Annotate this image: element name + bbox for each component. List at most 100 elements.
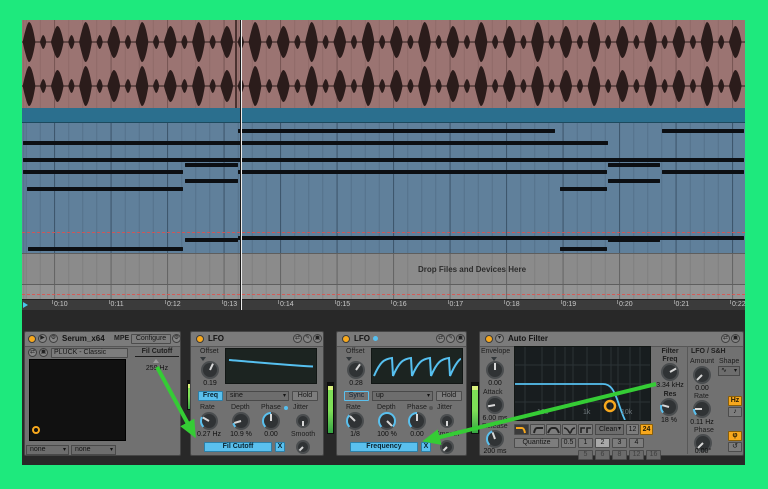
filter-type-morph[interactable] [578,424,593,435]
device-on-led[interactable] [485,335,493,343]
quantize-value-button[interactable]: 5 [578,450,593,460]
param-slider-handle[interactable] [153,359,159,363]
lfo-rate-knob[interactable] [693,400,711,418]
quantize-value-button[interactable]: 1 [578,438,593,448]
device-on-led[interactable] [342,335,350,343]
amount-value[interactable]: 0.00 [691,385,713,392]
smooth-knob[interactable] [296,440,310,454]
phase-mode-button[interactable]: φ [728,431,742,441]
filter-freq-knob[interactable] [661,363,679,381]
quantize-value-button[interactable]: 4 [629,438,644,448]
xy-handle[interactable] [32,426,40,434]
release-value[interactable]: 200 ms [482,448,508,455]
phase-value[interactable]: 0.00 [260,431,282,438]
rate-value[interactable]: 0.27 Hz [195,431,223,438]
rate-knob[interactable] [346,412,364,430]
save-icon[interactable]: ▣ [731,334,740,343]
depth-knob[interactable] [378,412,396,430]
sidechain-select-1[interactable]: none▾ [26,445,69,455]
spin-mode-button[interactable]: ↺ [728,442,742,452]
save-icon[interactable]: ▣ [313,334,322,343]
depth-value[interactable]: 100 % [375,431,399,438]
map-target-button[interactable]: Frequency [350,442,418,452]
freq-mode-button[interactable]: Freq [198,391,223,401]
res-value[interactable]: 18 % [658,417,680,424]
phase-knob[interactable] [408,412,426,430]
sync-mode-button[interactable]: Sync [344,391,369,401]
quantize-value-button[interactable]: 12 [629,450,644,460]
empty-track-lane[interactable] [22,284,745,300]
midi-clip[interactable] [22,123,745,253]
fold-icon[interactable]: ▾ [495,334,504,343]
rate-knob[interactable] [200,412,218,430]
drop-zone-lane[interactable]: Drop Files and Devices Here [22,253,745,285]
map-icon[interactable]: ⇄ [293,334,302,343]
wrench-icon[interactable]: ⚙ [49,334,58,343]
circuit-select[interactable]: Clean▾ [595,424,624,435]
quantize-value-button[interactable]: 16 [646,450,661,460]
rate-sync-button[interactable]: ♪ [728,407,742,417]
quantize-value-button[interactable]: 0.5 [561,438,576,448]
unmap-button[interactable]: X [275,442,285,452]
offset-value[interactable]: 0.19 [197,380,223,387]
attack-value[interactable]: 6.00 ms [481,415,509,422]
preset-name-box[interactable]: PLUCK - Classic [51,348,128,358]
slope-12-button[interactable]: 12 [626,424,639,435]
offset-value[interactable]: 0.28 [343,380,369,387]
lfo-phase-value[interactable]: 0.00° [690,448,716,455]
rate-value[interactable]: 1/8 [341,431,369,438]
unmap-button[interactable]: X [421,442,431,452]
quantize-value-button[interactable]: 8 [612,450,627,460]
release-knob[interactable] [486,430,504,448]
offset-knob[interactable] [347,361,365,379]
depth-value[interactable]: 10.9 % [229,431,253,438]
envelope-value[interactable]: 0.00 [483,380,507,387]
edit-icon[interactable]: ✎ [303,334,312,343]
filter-freq-value[interactable]: 3.34 kHz [654,382,686,389]
filter-type-notch[interactable] [562,424,577,435]
hot-swap-icon[interactable]: ⇄ [28,348,37,357]
lfo-rate-value[interactable]: 0.11 Hz [688,419,716,426]
smooth-knob[interactable] [440,440,454,454]
depth-knob[interactable] [232,412,250,430]
attack-knob[interactable] [486,396,504,414]
hold-button[interactable]: Hold [292,391,318,401]
quantize-button[interactable]: Quantize [514,438,559,448]
preview-icon[interactable]: ▶ [38,334,47,343]
map-icon[interactable]: ⇄ [436,334,445,343]
device-on-led[interactable] [196,335,204,343]
phase-value[interactable]: 0.00 [406,431,428,438]
rate-hz-button[interactable]: Hz [728,396,742,406]
offset-knob[interactable] [201,361,219,379]
save-preset-icon[interactable]: ▣ [39,348,48,357]
save-icon[interactable]: ▣ [456,334,465,343]
device-on-led[interactable] [28,335,36,343]
plugin-display[interactable] [29,359,126,441]
map-target-button[interactable]: Fil Cutoff [204,442,272,452]
wave-select[interactable]: up▾ [372,391,433,401]
res-knob[interactable] [660,398,678,416]
quantize-value-button[interactable]: 3 [612,438,627,448]
edit-icon[interactable]: ✎ [446,334,455,343]
midi-clip-header[interactable] [22,108,745,123]
envelope-knob[interactable] [486,361,504,379]
hot-swap-icon[interactable]: ⇄ [721,334,730,343]
filter-type-bandpass[interactable] [546,424,561,435]
wave-select[interactable]: sine▾ [226,391,289,401]
plugin-edit-icon[interactable]: ⚙ [172,334,181,343]
filter-type-lowpass[interactable] [514,424,529,435]
filter-display[interactable]: 100 1k 10k [514,346,651,421]
filter-type-highpass[interactable] [530,424,545,435]
phase-knob[interactable] [262,412,280,430]
hold-button[interactable]: Hold [436,391,462,401]
jitter-knob[interactable] [440,414,454,428]
audio-clip[interactable] [22,20,745,108]
lfo-amount-knob[interactable] [693,366,711,384]
configure-button[interactable]: Configure [131,334,171,344]
quantize-value-button[interactable]: 2 [595,438,610,448]
lfo-shape-select[interactable]: ∿▾ [718,366,740,376]
sidechain-select-2[interactable]: none▾ [71,445,116,455]
jitter-knob[interactable] [296,414,310,428]
slope-24-button[interactable]: 24 [640,424,653,435]
macro-param-value[interactable]: 259 Hz [135,365,179,372]
